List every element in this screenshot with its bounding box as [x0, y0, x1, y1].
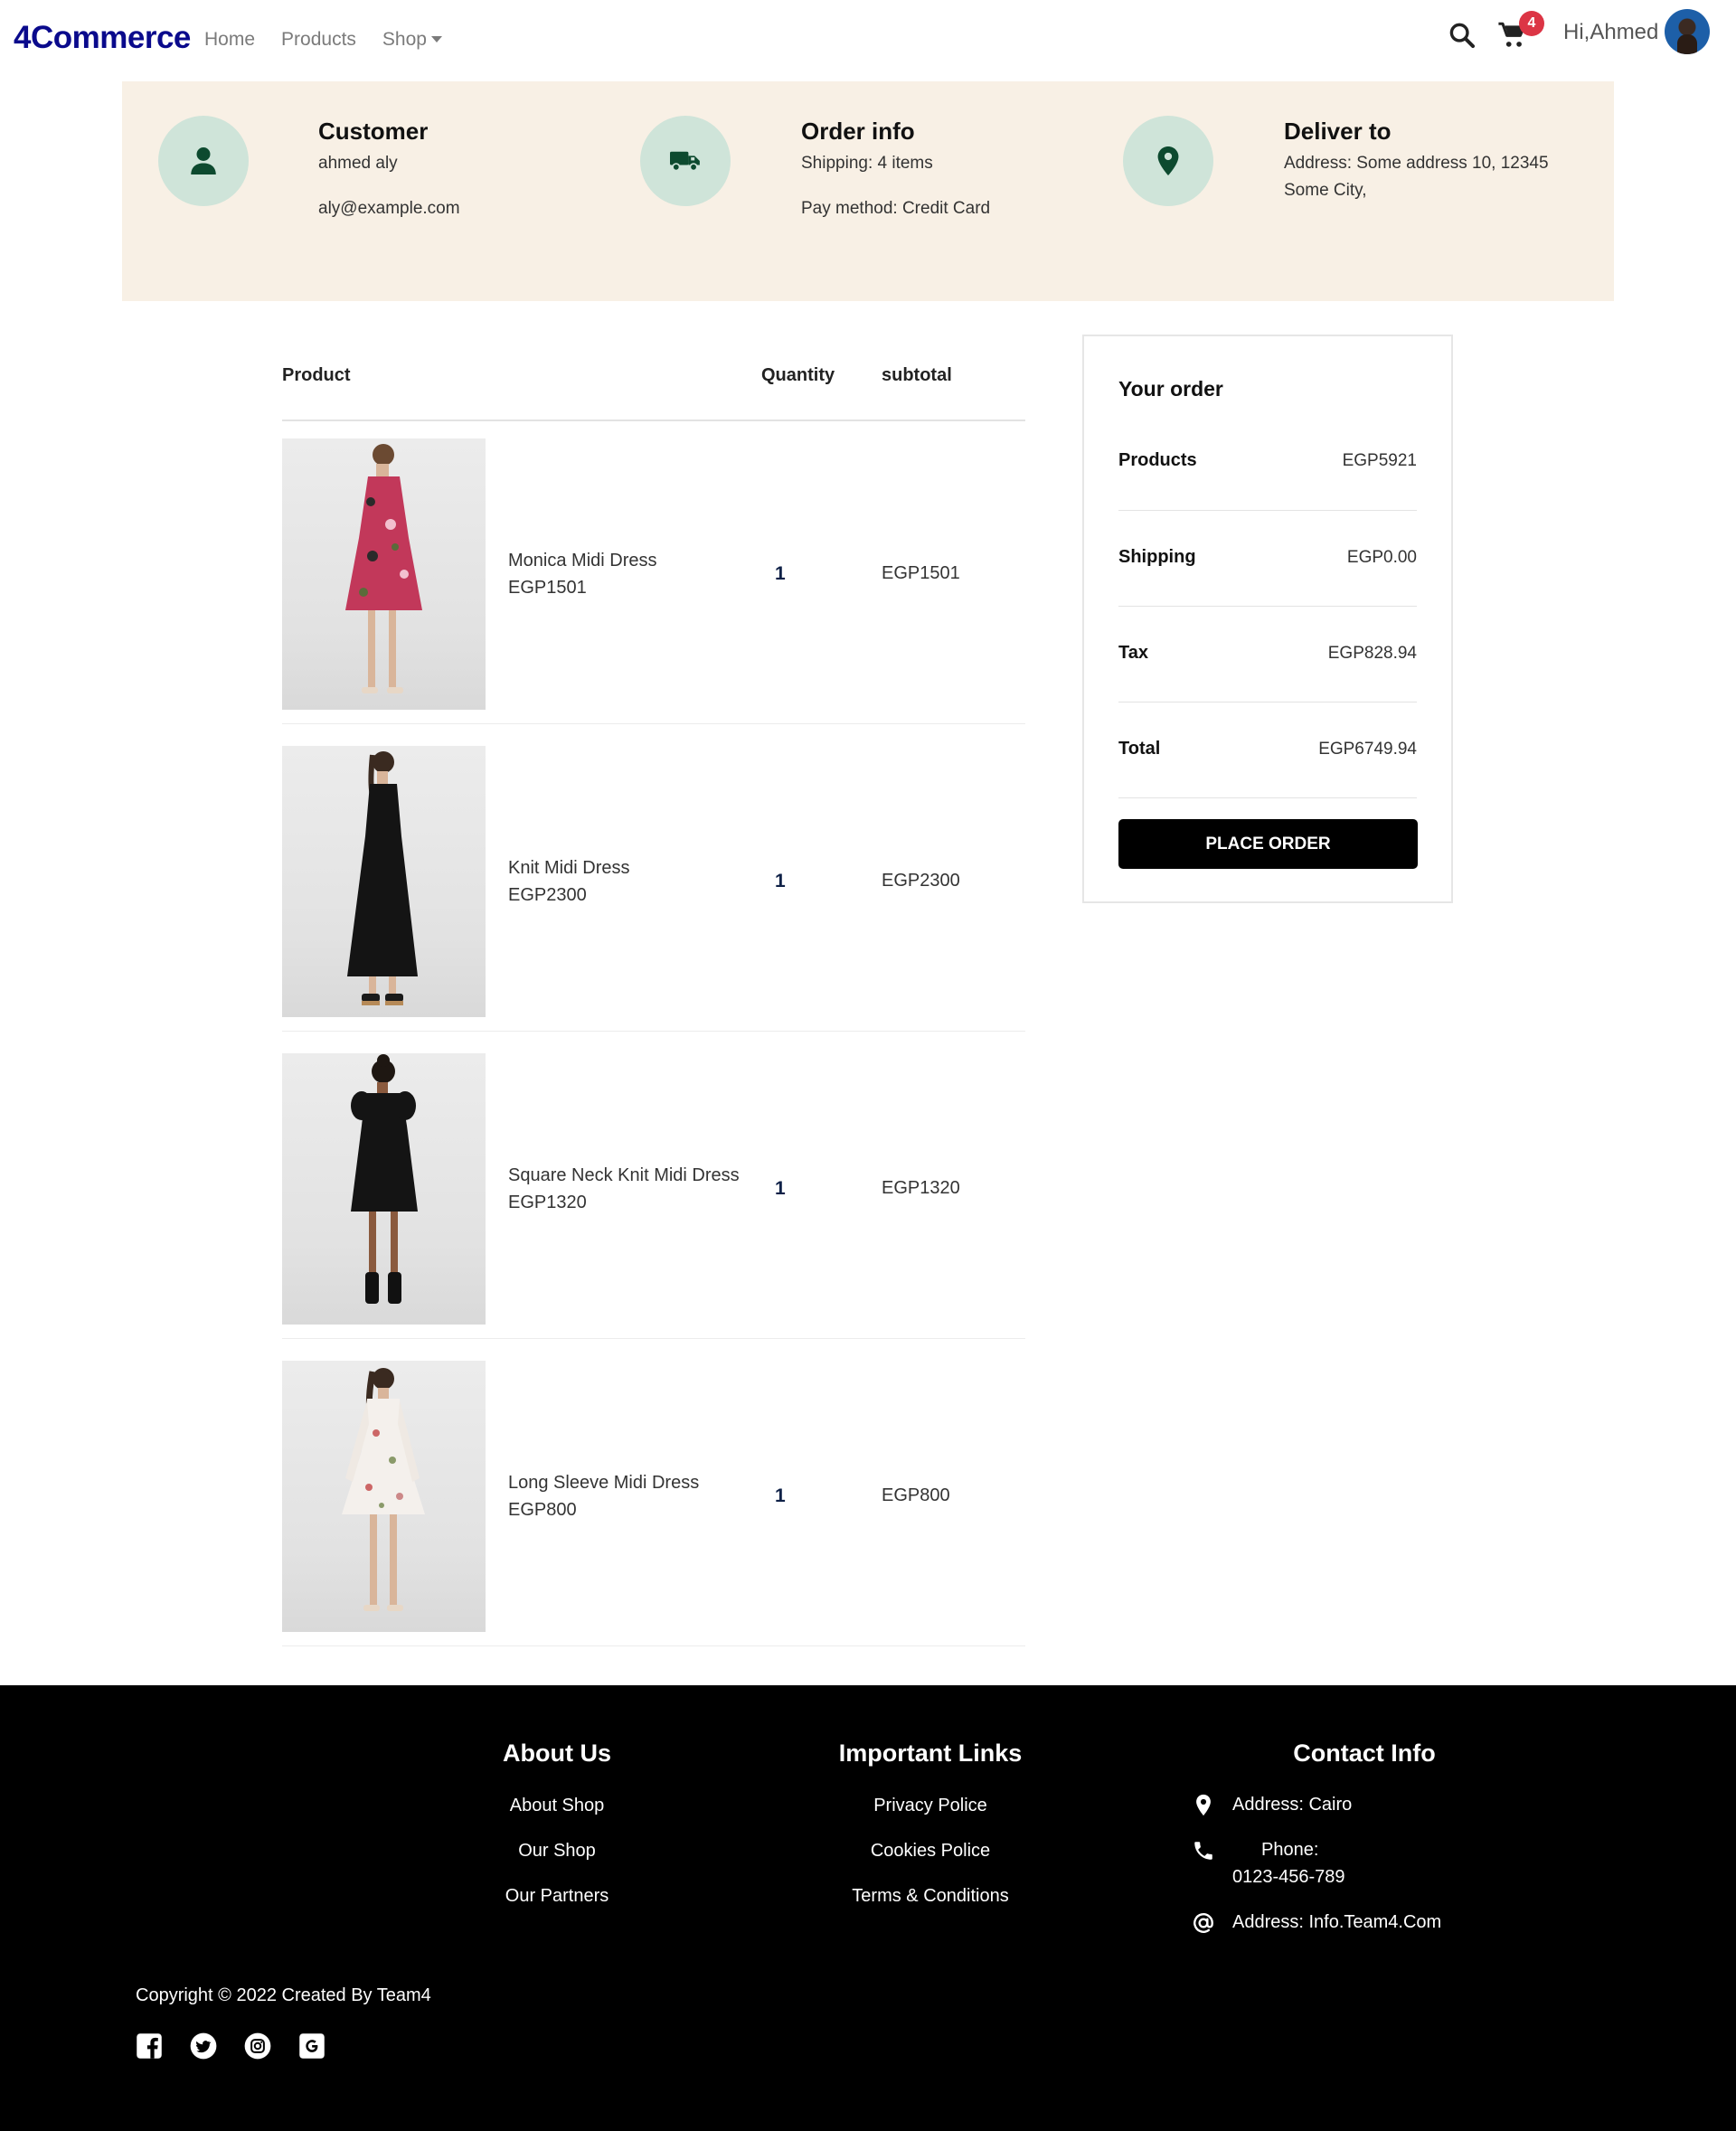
row-divider: [282, 723, 1025, 724]
product-quantity: 1: [775, 563, 786, 584]
product-quantity: 1: [775, 1178, 786, 1199]
nav-link-products[interactable]: Products: [281, 29, 356, 51]
order-summary-title: Your order: [1118, 377, 1223, 401]
customer-name: ahmed aly: [318, 154, 398, 173]
order-info-banner: Customer ahmed aly aly@example.com Order…: [122, 81, 1614, 301]
divider: [1118, 510, 1417, 511]
summary-tax-value: EGP828.94: [1327, 644, 1417, 663]
order-pay-method: Pay method: Credit Card: [801, 199, 991, 218]
customer-title: Customer: [318, 118, 429, 145]
navbar: 4Commerce Home Products Shop 4 Hi,Ahmed: [0, 0, 1736, 81]
footer-contact-title: Contact Info: [1293, 1740, 1436, 1767]
facebook-icon[interactable]: [136, 2032, 163, 2060]
footer-link-privacy[interactable]: Privacy Police: [873, 1796, 987, 1816]
product-subtotal: EGP1501: [882, 563, 960, 583]
user-greeting: Hi,Ahmed: [1563, 20, 1659, 44]
summary-products-value: EGP5921: [1342, 451, 1417, 470]
product-image[interactable]: [282, 438, 486, 710]
nav-dropdown-shop[interactable]: Shop: [382, 29, 442, 51]
summary-products-label: Products: [1118, 450, 1197, 470]
product-price: EGP1320: [508, 1193, 587, 1212]
footer-contact-phone: 0123-456-789: [1232, 1867, 1345, 1887]
product-name[interactable]: Knit Midi Dress: [508, 854, 629, 882]
map-pin-icon: [1123, 116, 1213, 206]
product-price: EGP1501: [508, 578, 587, 598]
column-header-product: Product: [282, 365, 351, 385]
map-pin-icon: [1196, 1794, 1211, 1816]
row-divider: [282, 1645, 1025, 1646]
footer-link-terms[interactable]: Terms & Conditions: [852, 1886, 1008, 1907]
nav-link-home[interactable]: Home: [204, 29, 255, 51]
nav-links: Home Products Shop: [204, 29, 468, 51]
cart-count-badge: 4: [1519, 11, 1544, 36]
product-image[interactable]: [282, 1361, 486, 1632]
footer-about-title: About Us: [503, 1740, 611, 1767]
place-order-button[interactable]: PLACE ORDER: [1118, 819, 1418, 869]
brand-logo[interactable]: 4Commerce: [14, 20, 191, 56]
footer-contact-address: Address: Cairo: [1232, 1795, 1353, 1815]
deliver-title: Deliver to: [1284, 118, 1392, 145]
at-sign-icon: [1194, 1913, 1213, 1933]
divider: [1118, 797, 1417, 798]
order-shipping: Shipping: 4 items: [801, 154, 933, 173]
product-subtotal: EGP800: [882, 1485, 950, 1505]
summary-total-value: EGP6749.94: [1318, 740, 1417, 759]
summary-tax-label: Tax: [1118, 643, 1148, 663]
instagram-icon[interactable]: [244, 2032, 271, 2060]
product-image[interactable]: [282, 746, 486, 1017]
column-header-quantity: Quantity: [761, 365, 835, 385]
user-icon: [158, 116, 249, 206]
truck-icon: [640, 116, 731, 206]
summary-shipping-label: Shipping: [1118, 547, 1196, 567]
footer-important-title: Important Links: [838, 1740, 1023, 1767]
customer-email: aly@example.com: [318, 199, 460, 218]
row-divider: [282, 1338, 1025, 1339]
footer-contact-email: Address: Info.Team4.Com: [1232, 1912, 1442, 1932]
footer: About Us About Shop Our Shop Our Partner…: [0, 1685, 1736, 2131]
footer-contact-phone-label: Phone:: [1261, 1840, 1319, 1860]
summary-shipping-value: EGP0.00: [1346, 548, 1417, 567]
table-header-divider: [282, 420, 1025, 421]
order-info-title: Order info: [801, 118, 915, 145]
product-name[interactable]: Square Neck Knit Midi Dress: [508, 1162, 740, 1189]
divider: [1118, 606, 1417, 607]
cart-button[interactable]: 4: [1497, 11, 1544, 54]
search-icon[interactable]: [1447, 20, 1477, 51]
twitter-icon[interactable]: [190, 2032, 217, 2060]
caret-down-icon: [430, 36, 442, 42]
product-image[interactable]: [282, 1053, 486, 1325]
deliver-address-line1: Address: Some address 10, 12345: [1284, 154, 1549, 173]
product-quantity: 1: [775, 871, 786, 891]
phone-icon: [1194, 1842, 1212, 1860]
row-divider: [282, 1031, 1025, 1032]
product-price: EGP2300: [508, 885, 587, 905]
product-price: EGP800: [508, 1500, 577, 1520]
deliver-address-line2: Some City,: [1284, 181, 1367, 200]
copyright-text: Copyright © 2022 Created By Team4: [136, 1985, 431, 2005]
nav-link-shop-label: Shop: [382, 29, 427, 50]
column-header-subtotal: subtotal: [882, 365, 952, 385]
google-icon[interactable]: [298, 2032, 326, 2060]
product-quantity: 1: [775, 1485, 786, 1506]
product-name[interactable]: Monica Midi Dress: [508, 547, 656, 574]
footer-link-about-shop[interactable]: About Shop: [510, 1796, 605, 1816]
product-subtotal: EGP2300: [882, 871, 960, 891]
product-name[interactable]: Long Sleeve Midi Dress: [508, 1469, 699, 1496]
footer-link-our-partners[interactable]: Our Partners: [505, 1886, 609, 1907]
order-summary-card: Your order Products EGP5921 Shipping EGP…: [1082, 335, 1453, 903]
footer-link-cookies[interactable]: Cookies Police: [871, 1841, 990, 1862]
product-subtotal: EGP1320: [882, 1178, 960, 1198]
summary-total-label: Total: [1118, 739, 1161, 759]
avatar[interactable]: [1665, 9, 1710, 54]
footer-link-our-shop[interactable]: Our Shop: [518, 1841, 596, 1862]
